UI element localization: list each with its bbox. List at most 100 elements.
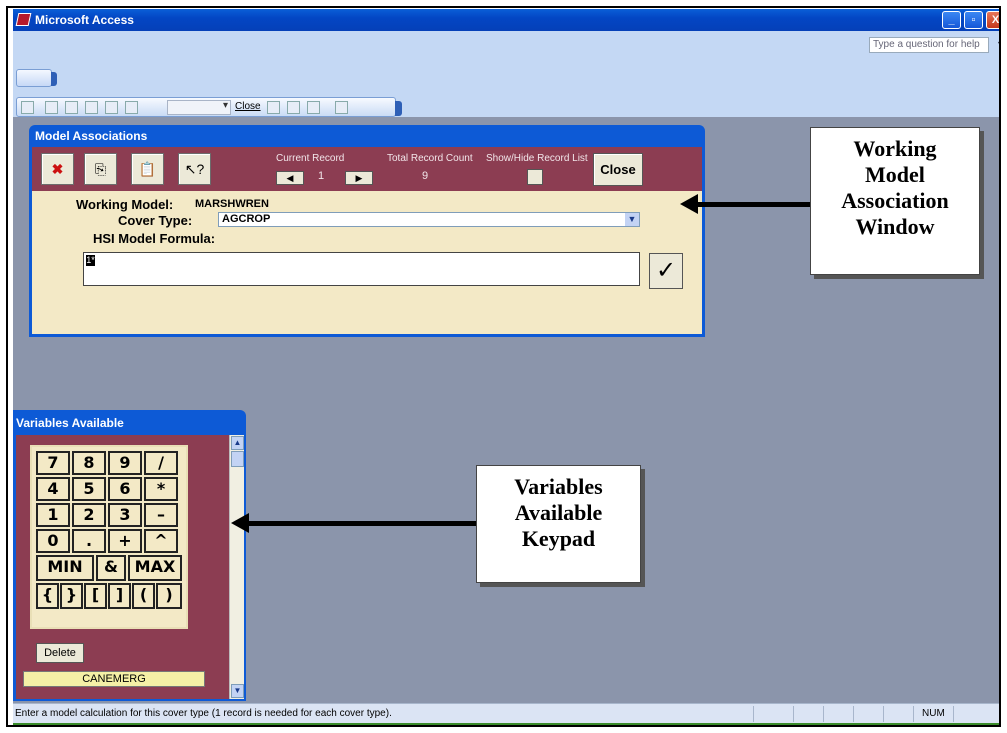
key-ampersand[interactable]: & (96, 555, 126, 581)
variables-keypad-annotation: Variables Available Keypad (476, 465, 641, 583)
minimize-button[interactable]: _ (942, 11, 961, 29)
cover-type-label: Cover Type: (118, 213, 193, 228)
total-record-count-value: 9 (422, 170, 429, 182)
two-pages-icon[interactable] (105, 101, 118, 114)
scroll-thumb[interactable] (231, 451, 244, 467)
show-hide-record-list-checkbox[interactable] (527, 169, 543, 185)
multiple-pages-icon[interactable] (125, 101, 138, 114)
delete-button[interactable]: Delete (36, 643, 84, 663)
key-divide[interactable]: / (144, 451, 178, 475)
status-cell (913, 706, 914, 722)
status-cell (853, 706, 854, 722)
delete-record-button[interactable]: ✖ (41, 153, 74, 185)
model-window-header: ✖ ⎘ 📋 ↖? Current Record ◀ 1 ▶ Total Reco… (32, 147, 702, 191)
key-multiply[interactable]: * (144, 477, 178, 501)
key-5[interactable]: 5 (72, 477, 106, 501)
current-record-label: Current Record (276, 153, 345, 164)
variables-scrollbar[interactable]: ▲ ▼ (229, 435, 244, 699)
num-lock-indicator: NUM (922, 708, 945, 719)
key-power[interactable]: ^ (144, 529, 178, 553)
design-view-icon[interactable] (21, 101, 34, 114)
zoom-select[interactable] (167, 100, 231, 115)
key-close-paren[interactable]: ) (156, 583, 182, 609)
cover-type-value: AGCROP (222, 213, 271, 225)
toolbar-close-button[interactable]: Close (235, 101, 261, 112)
working-model-arrow (680, 194, 810, 214)
key-plus[interactable]: + (108, 529, 142, 553)
variable-item[interactable]: CANEMERG (23, 671, 205, 687)
key-2[interactable]: 2 (72, 503, 106, 527)
scroll-down-icon[interactable]: ▼ (231, 684, 244, 698)
key-minus[interactable]: – (144, 503, 178, 527)
previous-record-button[interactable]: ◀ (276, 171, 304, 185)
status-cell (753, 706, 754, 722)
key-9[interactable]: 9 (108, 451, 142, 475)
help-icon[interactable] (335, 101, 348, 114)
restore-button[interactable]: ▫ (964, 11, 983, 29)
access-logo-icon (15, 13, 32, 26)
paste-button[interactable]: 📋 (131, 153, 164, 185)
key-open-bracket[interactable]: [ (84, 583, 107, 609)
key-close-brace[interactable]: } (60, 583, 83, 609)
key-open-brace[interactable]: { (36, 583, 59, 609)
key-decimal[interactable]: . (72, 529, 106, 553)
toolbar-grip[interactable] (395, 101, 402, 116)
help-search-input[interactable]: Type a question for help (869, 37, 989, 53)
status-cell (883, 706, 884, 722)
cover-type-select[interactable]: AGCROP ▼ (218, 212, 640, 227)
help-pointer-button[interactable]: ↖? (178, 153, 211, 185)
working-model-annotation: Working Model Association Window (810, 127, 980, 275)
variables-available-window: Variables Available 7 8 9 / 4 5 6 * 1 2 … (13, 410, 246, 701)
access-window: Microsoft Access _ ▫ X Type a question f… (13, 9, 999, 725)
total-record-count-label: Total Record Count (387, 153, 473, 164)
menu-toolbar[interactable] (16, 69, 57, 87)
close-window-button[interactable]: X (986, 11, 999, 29)
status-text: Enter a model calculation for this cover… (15, 708, 392, 719)
key-min[interactable]: MIN (36, 555, 94, 581)
variables-keypad-arrow (231, 513, 476, 533)
model-window-body: ✖ ⎘ 📋 ↖? Current Record ◀ 1 ▶ Total Reco… (32, 147, 702, 334)
keypad: 7 8 9 / 4 5 6 * 1 2 3 – 0 . + ^ MIN & MA… (30, 445, 188, 629)
key-close-bracket[interactable]: ] (108, 583, 131, 609)
status-cell (823, 706, 824, 722)
hsi-formula-input[interactable]: 1* (83, 252, 640, 286)
sort-ascending-icon[interactable] (267, 101, 280, 114)
taskbar-edge (13, 723, 999, 725)
app-title: Microsoft Access (35, 13, 134, 27)
sort-descending-icon[interactable] (287, 101, 300, 114)
title-bar: Microsoft Access _ ▫ X (13, 9, 999, 31)
status-cell (793, 706, 794, 722)
key-max[interactable]: MAX (128, 555, 182, 581)
key-open-paren[interactable]: ( (132, 583, 155, 609)
next-record-button[interactable]: ▶ (345, 171, 373, 185)
figure-frame: Microsoft Access _ ▫ X Type a question f… (6, 6, 1001, 727)
form-toolbar: Close (16, 97, 402, 117)
page-icon[interactable] (85, 101, 98, 114)
close-button[interactable]: Close (593, 153, 643, 186)
model-associations-window: Model Associations ✖ ⎘ 📋 ↖? Current Reco… (29, 125, 705, 337)
show-hide-record-list-label: Show/Hide Record List (486, 153, 588, 164)
model-window-title: Model Associations (35, 129, 148, 143)
filter-icon[interactable] (307, 101, 320, 114)
formula-text: 1* (86, 255, 95, 266)
copy-button[interactable]: ⎘ (84, 153, 117, 185)
working-model-label: Working Model: (76, 197, 174, 212)
scroll-up-icon[interactable]: ▲ (231, 436, 244, 450)
print-icon[interactable] (45, 101, 58, 114)
key-4[interactable]: 4 (36, 477, 70, 501)
status-cell (953, 706, 954, 722)
key-0[interactable]: 0 (36, 529, 70, 553)
key-8[interactable]: 8 (72, 451, 106, 475)
variables-window-title: Variables Available (16, 416, 124, 430)
preview-icon[interactable] (65, 101, 78, 114)
accept-formula-button[interactable]: ✓ (649, 253, 683, 289)
key-6[interactable]: 6 (108, 477, 142, 501)
key-1[interactable]: 1 (36, 503, 70, 527)
key-3[interactable]: 3 (108, 503, 142, 527)
hsi-model-formula-label: HSI Model Formula: (93, 231, 216, 246)
working-model-value: MARSHWREN (195, 198, 269, 210)
key-7[interactable]: 7 (36, 451, 70, 475)
chevron-down-icon[interactable]: ▼ (625, 213, 639, 226)
current-record-value: 1 (318, 170, 325, 182)
help-dropdown-icon[interactable]: ▼ (996, 39, 999, 49)
